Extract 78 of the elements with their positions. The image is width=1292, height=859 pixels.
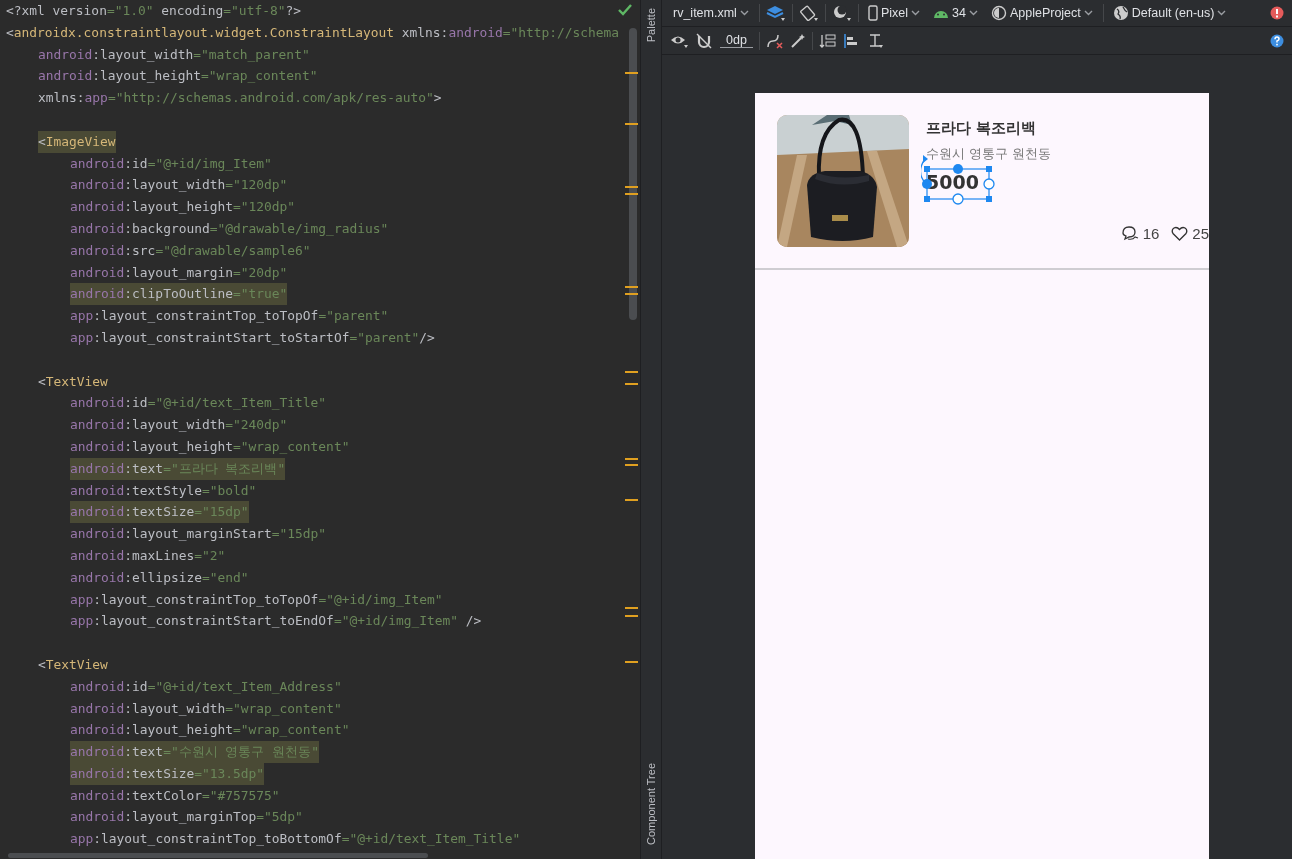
code-line: android:textColor="#757575" [70, 786, 280, 805]
error-stripe-mark [625, 193, 638, 195]
night-mode-icon[interactable] [831, 4, 852, 22]
code-line: <TextView [38, 655, 108, 674]
code-line: <androidx.constraintlayout.widget.ConstraintLayout xmlns:android="http://schema [6, 23, 620, 42]
code-line: app:layout_constraintTop_toTopOf="parent" [70, 307, 389, 326]
error-stripe-mark [625, 615, 638, 617]
code-line: android:layout_marginStart="15dp" [70, 525, 327, 544]
code-line: android:src="@drawable/sample6" [70, 241, 311, 260]
code-line: android:ellipsize="end" [70, 568, 249, 587]
code-line: <?xml version="1.0" encoding="utf-8"?> [6, 2, 301, 20]
phone-icon [867, 5, 878, 21]
code-line: android:layout_height="wrap_content" [38, 67, 318, 86]
code-line: android:layout_height="wrap_content" [70, 437, 350, 456]
error-stripe-mark [625, 371, 638, 373]
magnet-off-icon[interactable] [696, 32, 714, 49]
magic-wand-icon[interactable] [789, 32, 806, 49]
code-line: android:layout_margin="20dp" [70, 263, 288, 282]
heart-icon [1171, 225, 1189, 242]
caret-icon [968, 10, 979, 16]
globe-icon [1112, 5, 1129, 21]
caret-icon [1217, 10, 1228, 16]
caret-icon [1083, 10, 1094, 16]
locale-dropdown[interactable]: Default (en-us) [1109, 3, 1231, 23]
code-line: android:id="@+id/text_Item_Title" [70, 394, 327, 413]
code-line: <TextView [38, 372, 108, 391]
code-line: android:layout_height="wrap_content" [70, 721, 350, 740]
theme-dropdown[interactable]: AppleProject [987, 3, 1097, 23]
error-stripe-mark [625, 286, 638, 288]
code-line: android:layout_height="120dp" [70, 198, 296, 217]
api-level-dropdown[interactable]: 34 [930, 3, 982, 23]
rotate-icon[interactable] [798, 4, 819, 22]
error-stripe-mark [625, 123, 638, 125]
code-line: app:layout_constraintStart_toStartOf="parent"/> [70, 328, 435, 347]
error-stripe-mark [625, 499, 638, 501]
item-address: 수원시 영통구 원천동 [926, 144, 1052, 163]
help-icon[interactable] [1270, 33, 1284, 48]
theme-icon [990, 5, 1007, 21]
code-line: xmlns:app="http://schemas.android.com/apk/res-auto"> [38, 89, 442, 108]
scrollbar-thumb[interactable] [629, 28, 637, 320]
code-line: android:textStyle="bold" [70, 481, 257, 500]
code-line: android:maxLines="2" [70, 546, 226, 565]
pack-icon[interactable] [818, 32, 837, 49]
code-line: android:id="@+id/img_Item" [70, 154, 272, 173]
code-line: android:layout_width="match_parent" [38, 45, 310, 64]
component-tree-tab[interactable]: Component Tree [642, 763, 660, 845]
default-margin-button[interactable]: 0dp [720, 33, 753, 48]
layers-icon[interactable] [765, 4, 786, 22]
code-line: android:layout_width="240dp" [70, 416, 288, 435]
file-dropdown[interactable]: rv_item.xml [670, 3, 753, 23]
error-stripe-mark [625, 186, 638, 188]
error-stripe-mark [625, 607, 638, 609]
code-line: android:background="@drawable/img_radius" [70, 219, 389, 238]
code-line: android:layout_marginTop="5dp" [70, 808, 303, 827]
check-icon [618, 4, 632, 16]
like-count: 25 [1192, 223, 1209, 244]
code-line: android:id="@+id/text_Item_Address" [70, 677, 342, 696]
code-line: app:layout_constraintTop_toTopOf="@+id/img_Item" [70, 590, 443, 609]
palette-tab[interactable]: Palette [642, 8, 660, 43]
code-line: android:layout_width="wrap_content" [70, 699, 342, 718]
error-icon[interactable] [1270, 6, 1284, 20]
item-title: 프라다 복조리백 [926, 119, 1038, 138]
device-dropdown[interactable]: Pixel [864, 3, 924, 23]
code-line: app:layout_constraintTop_toBottomOf="@+id/text_Item_Title" [70, 830, 521, 849]
comment-count: 16 [1142, 223, 1160, 244]
caret-icon [911, 10, 921, 16]
error-stripe-mark [625, 72, 638, 74]
caret-icon [739, 10, 750, 16]
code-line: android:layout_width="120dp" [70, 176, 288, 195]
horizontal-scrollbar-thumb[interactable] [8, 853, 428, 858]
chat-icon [1120, 225, 1139, 243]
error-stripe-mark [625, 661, 638, 663]
code-line: app:layout_constraintStart_toEndOf="@+id/img_Item" /> [70, 612, 482, 631]
clear-constraints-icon[interactable] [765, 32, 784, 49]
error-stripe-mark [625, 383, 638, 385]
error-stripe-mark [625, 458, 638, 460]
error-stripe-mark [625, 293, 638, 295]
error-stripe-mark [625, 464, 638, 466]
